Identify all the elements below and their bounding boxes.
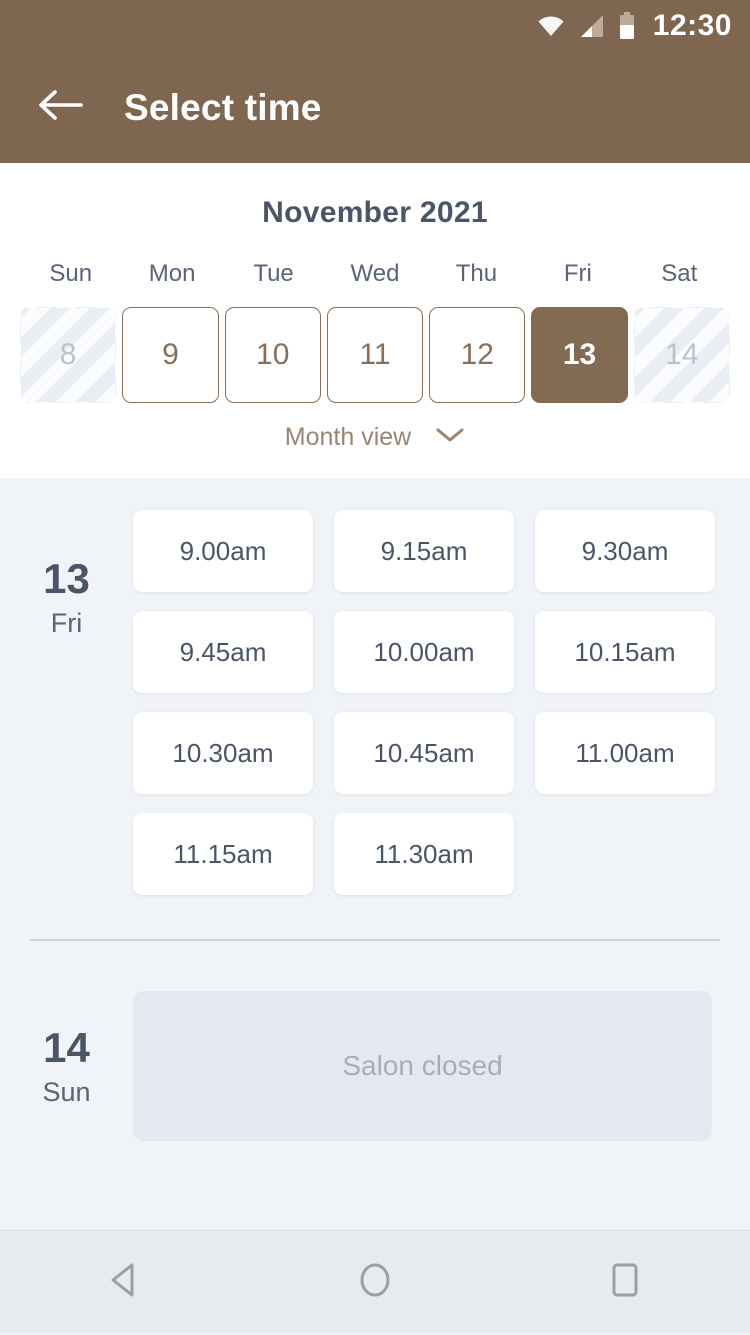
weekday-label: Wed <box>350 260 400 287</box>
section-divider <box>30 939 720 941</box>
time-slot[interactable]: 9.00am <box>133 510 313 592</box>
schedule-day-name: Sun <box>42 1076 91 1107</box>
chevron-down-icon <box>435 426 465 449</box>
calendar-day-row: 8 9 10 11 12 13 14 <box>0 307 750 403</box>
calendar-weekday-header: Sun Mon Tue Wed Thu Fri Sat <box>0 260 750 288</box>
calendar-day-cell[interactable]: 11 <box>326 307 424 403</box>
time-slot[interactable]: 10.00am <box>334 611 514 693</box>
schedule-day-name: Fri <box>50 608 83 638</box>
nav-back-triangle-icon <box>107 1261 143 1304</box>
salon-closed-banner: Salon closed <box>133 991 712 1141</box>
weekday-label: Fri <box>563 260 592 287</box>
calendar-panel: November 2021 Sun Mon Tue Wed Thu Fri Sa… <box>0 163 750 478</box>
battery-icon <box>619 12 635 40</box>
back-button[interactable] <box>24 72 96 144</box>
calendar-day-cell[interactable]: 9 <box>122 307 219 403</box>
nav-back-button[interactable] <box>65 1231 185 1335</box>
schedule-day-label: 13 Fri <box>0 510 133 637</box>
app-bar: Select time <box>0 52 750 163</box>
status-bar: 12:30 <box>0 0 750 52</box>
wifi-icon <box>537 15 565 37</box>
calendar-day-cell[interactable]: 10 <box>224 307 321 403</box>
month-view-toggle[interactable]: Month view <box>0 423 750 452</box>
time-slot[interactable]: 11.30am <box>334 813 514 895</box>
schedule-area: 13 Fri 9.00am 9.15am 9.30am 9.45am 10.00… <box>0 478 750 1230</box>
month-view-label: Month view <box>284 423 412 451</box>
time-slot[interactable]: 10.30am <box>133 712 313 794</box>
weekday-label: Sun <box>49 260 93 287</box>
weekday-label: Thu <box>455 260 498 287</box>
signal-icon <box>579 13 605 39</box>
time-slot[interactable]: 9.45am <box>133 611 313 693</box>
status-bar-clock: 12:30 <box>652 9 732 42</box>
schedule-day-number: 13 <box>43 555 90 602</box>
back-arrow-icon <box>37 89 83 126</box>
schedule-day-group: 14 Sun Salon closed <box>0 991 750 1141</box>
calendar-month-label: November 2021 <box>262 196 488 229</box>
weekday-label: Mon <box>148 260 196 287</box>
time-slot[interactable]: 9.15am <box>334 510 514 592</box>
calendar-day-cell: 8 <box>20 307 117 403</box>
calendar-day-cell[interactable]: 12 <box>429 307 526 403</box>
calendar-day-cell: 14 <box>633 307 730 403</box>
nav-recents-square-icon <box>608 1261 642 1304</box>
nav-home-circle-icon <box>356 1260 394 1305</box>
nav-recents-button[interactable] <box>565 1231 685 1335</box>
time-slot-grid: 9.00am 9.15am 9.30am 9.45am 10.00am 10.1… <box>133 510 750 895</box>
time-slot[interactable]: 9.30am <box>535 510 715 592</box>
schedule-day-number: 14 <box>43 1023 90 1071</box>
time-slot[interactable]: 10.45am <box>334 712 514 794</box>
time-slot[interactable]: 11.15am <box>133 813 313 895</box>
time-slot[interactable]: 10.15am <box>535 611 715 693</box>
weekday-label: Tue <box>253 260 294 287</box>
nav-home-button[interactable] <box>315 1231 435 1335</box>
time-slot[interactable]: 11.00am <box>535 712 715 794</box>
schedule-day-group: 13 Fri 9.00am 9.15am 9.30am 9.45am 10.00… <box>0 478 750 895</box>
page-title: Select time <box>124 86 322 128</box>
android-nav-bar <box>0 1230 750 1334</box>
schedule-day-label: 14 Sun <box>0 991 133 1141</box>
weekday-label: Sat <box>661 260 698 287</box>
calendar-day-cell-selected[interactable]: 13 <box>531 307 628 403</box>
